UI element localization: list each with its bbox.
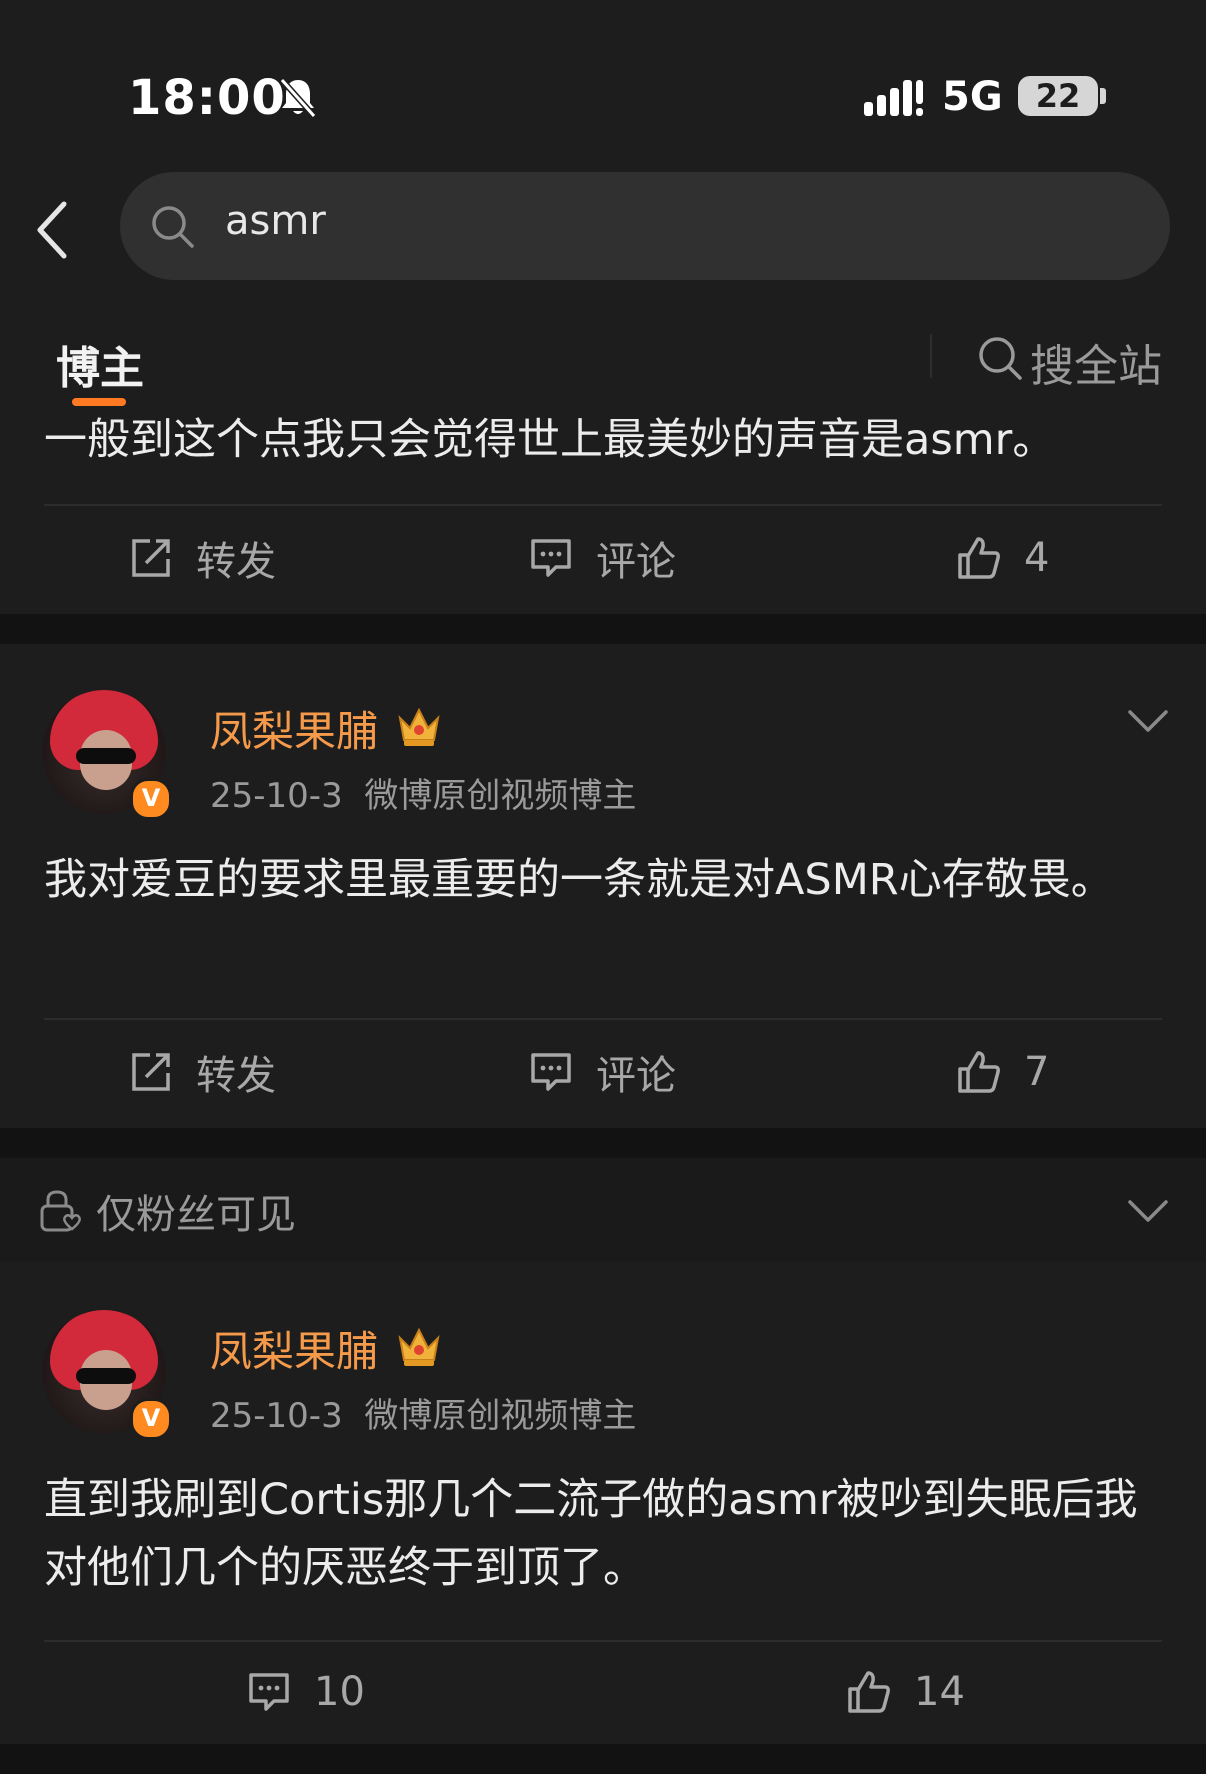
- site-search-label: 搜全站: [1030, 341, 1162, 392]
- repost-label: 转发: [196, 539, 276, 585]
- post-text: 直到我刷到Cortis那几个二流子做的asmr被吵到失眠后我对他们几个的厌恶终于…: [44, 1475, 1138, 1593]
- repost-label: 转发: [196, 1053, 276, 1099]
- post-meta: 25-10-3 微博原创视频博主: [210, 1388, 636, 1437]
- comment-button[interactable]: 评论: [528, 508, 676, 608]
- author-role: 微博原创视频博主: [364, 776, 637, 816]
- visibility-label: 仅粉丝可见: [96, 1192, 296, 1238]
- card-gap: [0, 1744, 1206, 1774]
- comment-label: 评论: [596, 1053, 676, 1099]
- network-type: 5G: [942, 74, 1003, 120]
- tab-bloggers[interactable]: 博主: [56, 332, 144, 396]
- divider: [44, 504, 1162, 506]
- post-text: 一般到这个点我只会觉得世上最美妙的声音是asmr。: [44, 415, 1056, 465]
- like-count: 7: [1024, 1049, 1050, 1095]
- like-icon: [848, 1671, 890, 1713]
- back-icon[interactable]: [30, 198, 74, 262]
- username[interactable]: 凤梨果脯: [210, 1318, 378, 1379]
- repost-icon: [132, 539, 170, 577]
- repost-icon: [132, 1053, 170, 1091]
- author-role: 微博原创视频博主: [364, 1396, 637, 1436]
- signal-icon: [864, 80, 923, 116]
- crown-icon: [398, 707, 440, 746]
- chevron-down-icon[interactable]: [1126, 1196, 1170, 1226]
- search-icon: [152, 206, 194, 248]
- search-input[interactable]: asmr: [120, 172, 1170, 280]
- visibility-row: 仅粉丝可见: [0, 1158, 1206, 1262]
- comment-icon: [249, 1673, 289, 1711]
- avatar-glasses: [76, 1368, 136, 1384]
- like-button[interactable]: 7: [956, 1022, 1049, 1122]
- card-gap: [0, 614, 1206, 644]
- search-query: asmr: [225, 198, 326, 244]
- post-card: 一般到这个点我只会觉得世上最美妙的声音是asmr。 转发 评论 4: [0, 415, 1206, 614]
- tab-divider: [930, 334, 932, 378]
- battery-level: 22: [1035, 77, 1081, 115]
- comment-button[interactable]: 评论: [528, 1022, 676, 1122]
- avatar-glasses: [76, 748, 136, 764]
- battery-indicator: 22: [1018, 76, 1098, 116]
- repost-button[interactable]: 转发: [128, 1022, 276, 1122]
- like-button[interactable]: 14: [846, 1642, 965, 1742]
- comment-icon: [531, 1053, 571, 1091]
- fans-lock-icon: [40, 1190, 81, 1232]
- post-text: 我对爱豆的要求里最重要的一条就是对ASMR心存敬畏。: [44, 855, 1114, 905]
- status-time: 18:00: [128, 70, 286, 126]
- post-card: V 凤梨果脯 25-10-3 微博原创视频博主 直到我刷到Cortis那几个二流…: [0, 1262, 1206, 1744]
- post-meta: 25-10-3 微博原创视频博主: [210, 768, 636, 817]
- like-icon: [958, 537, 1000, 579]
- like-count: 4: [1024, 535, 1050, 581]
- post-date: 25-10-3: [210, 1396, 343, 1436]
- comment-label: 评论: [596, 539, 676, 585]
- post-actions: 转发 评论 4: [0, 508, 1206, 608]
- post-card: V 凤梨果脯 25-10-3 微博原创视频博主 我对爱豆的要求里最重要的一条就是…: [0, 644, 1206, 1128]
- comment-icon: [531, 539, 571, 577]
- username[interactable]: 凤梨果脯: [210, 698, 378, 759]
- like-icon: [958, 1051, 1000, 1093]
- post-actions: 转发 评论 7: [0, 1022, 1206, 1122]
- crown-icon: [398, 1327, 440, 1366]
- verified-badge: V: [130, 1398, 172, 1440]
- like-count: 14: [914, 1669, 965, 1715]
- like-button[interactable]: 4: [956, 508, 1049, 608]
- search-icon: [979, 337, 1022, 380]
- mute-bell-icon: [279, 78, 317, 118]
- tab-active-indicator: [72, 398, 126, 406]
- chevron-down-icon[interactable]: [1126, 706, 1170, 736]
- post-date: 25-10-3: [210, 776, 343, 816]
- status-bar: 18:00 5G 22: [0, 0, 1206, 150]
- comment-button[interactable]: 10: [246, 1642, 365, 1742]
- verified-badge: V: [130, 778, 172, 820]
- divider: [44, 1018, 1162, 1020]
- comment-count: 10: [314, 1669, 365, 1715]
- post-actions: 10 14: [0, 1642, 1206, 1742]
- repost-button[interactable]: 转发: [128, 508, 276, 608]
- battery-tip: [1100, 88, 1106, 104]
- card-gap: [0, 1128, 1206, 1158]
